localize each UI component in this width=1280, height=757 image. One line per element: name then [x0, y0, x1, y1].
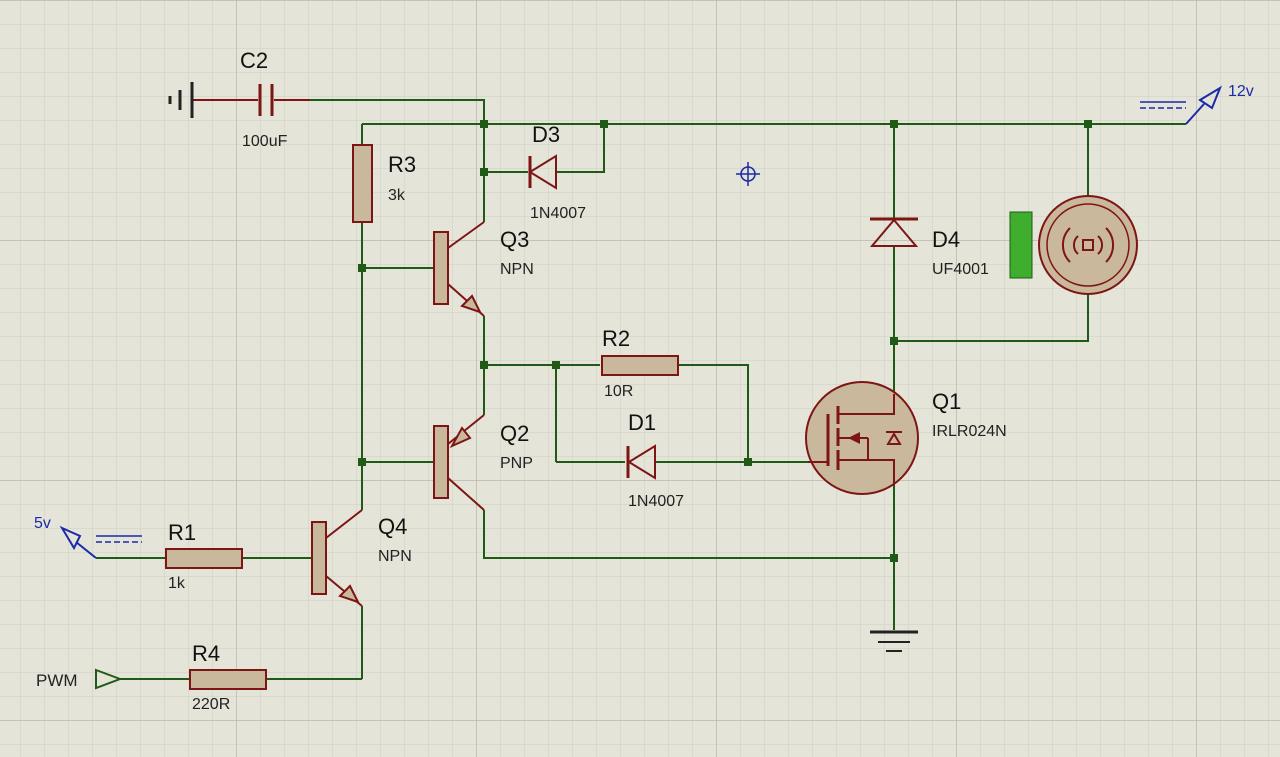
- r1-value: 1k: [168, 575, 186, 592]
- c2-value: 100uF: [242, 133, 288, 150]
- q1-name: Q1: [932, 389, 961, 414]
- r1-name: R1: [168, 520, 196, 545]
- dc-motor-icon: [1038, 195, 1138, 295]
- d3-name: D3: [532, 122, 560, 147]
- d1-name: D1: [628, 410, 656, 435]
- q3-name: Q3: [500, 227, 529, 252]
- q1-value: IRLR024N: [932, 423, 1007, 440]
- q2-name: Q2: [500, 421, 529, 446]
- r4-name: R4: [192, 641, 220, 666]
- terminal-pwm-label: PWM: [36, 671, 78, 690]
- d4-value: UF4001: [932, 261, 989, 278]
- r2-value: 10R: [604, 383, 633, 400]
- r3-name: R3: [388, 152, 416, 177]
- terminal-5v-label: 5v: [34, 515, 51, 532]
- q2-value: PNP: [500, 455, 533, 472]
- r3-value: 3k: [388, 187, 406, 204]
- r2-name: R2: [602, 326, 630, 351]
- d4-name: D4: [932, 227, 960, 252]
- q3-value: NPN: [500, 261, 534, 278]
- q4-value: NPN: [378, 548, 412, 565]
- schematic-canvas[interactable]: C2 100uF R3 3k D3 1N4007 Q3 NPN R2 10R D…: [0, 0, 1280, 757]
- r4-value: 220R: [192, 696, 230, 713]
- c2-name: C2: [240, 48, 268, 73]
- motor-speed-indicator: [1009, 211, 1033, 279]
- d1-value: 1N4007: [628, 493, 684, 510]
- d3-value: 1N4007: [530, 205, 586, 222]
- q4-name: Q4: [378, 514, 407, 539]
- terminal-12v-label: 12v: [1228, 83, 1254, 100]
